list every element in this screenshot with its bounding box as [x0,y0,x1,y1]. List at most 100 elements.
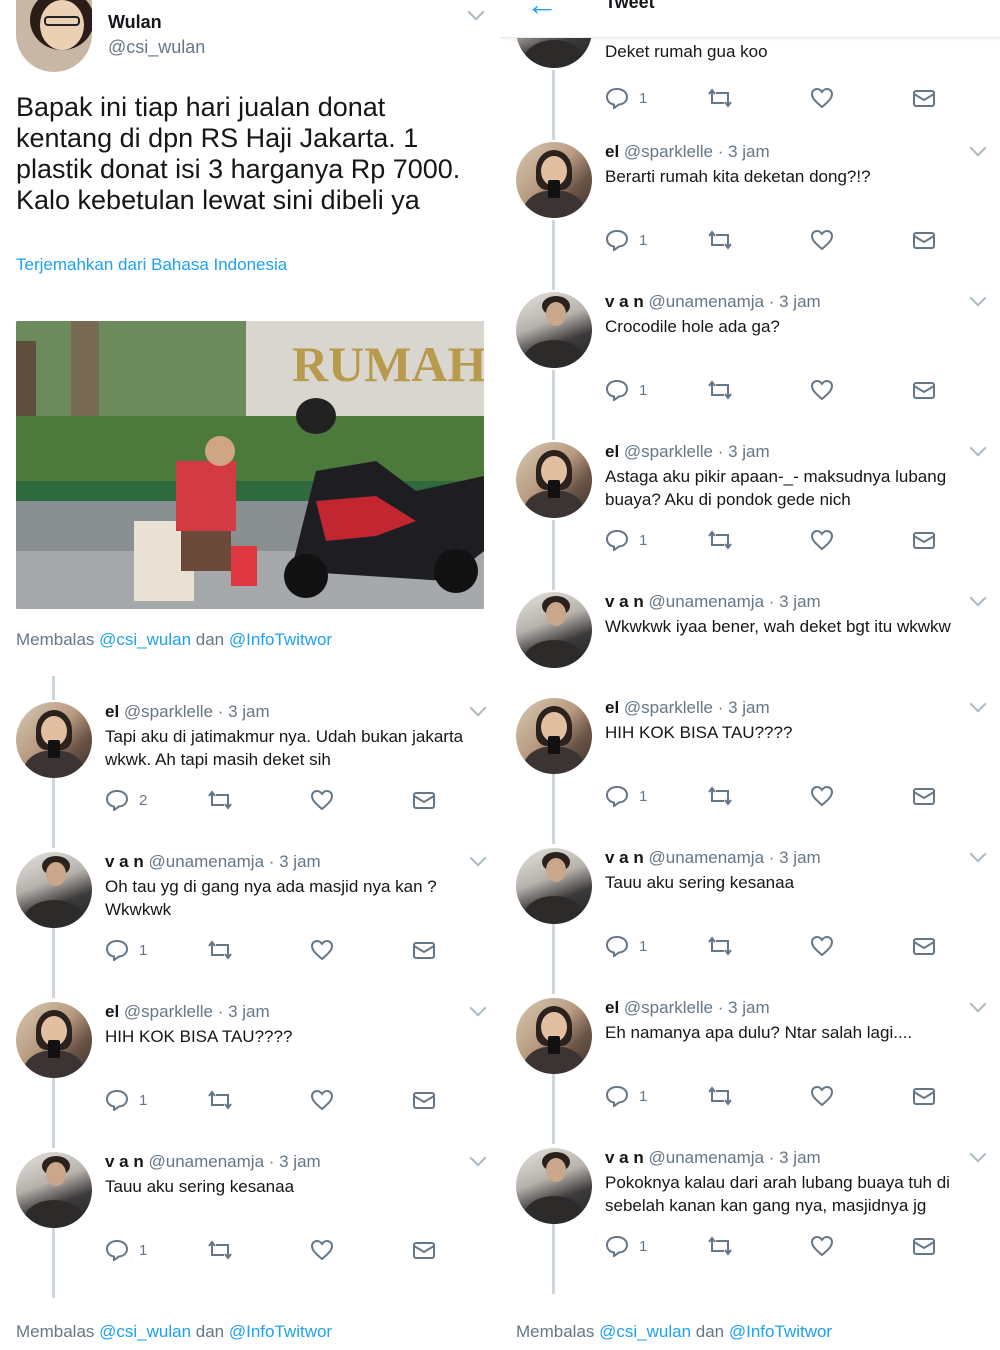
author-handle-time[interactable]: @sparklelle · 3 jam [624,142,770,161]
like-action[interactable] [810,528,834,552]
author-name[interactable]: el [605,142,619,161]
author-name[interactable]: v a n [605,592,644,611]
author-name[interactable]: el [605,698,619,717]
dm-action[interactable] [912,784,936,808]
reply-action[interactable]: 1 [605,528,647,552]
dm-action[interactable] [412,938,436,962]
like-action[interactable] [310,788,334,812]
avatar[interactable] [16,1002,92,1078]
chevron-down-icon[interactable] [969,589,987,607]
author-handle-time[interactable]: @sparklelle · 3 jam [124,1002,270,1021]
author-handle-time[interactable]: @unamenamja · 3 jam [648,292,820,311]
wulan-avatar[interactable] [16,0,92,72]
author-name[interactable]: v a n [605,848,644,867]
author-handle-time[interactable]: @unamenamja · 3 jam [148,852,320,871]
author-handle-time[interactable]: @unamenamja · 3 jam [648,848,820,867]
author-name[interactable]: v a n [105,1152,144,1171]
dm-action[interactable] [912,228,936,252]
reply-action[interactable]: 1 [605,1084,647,1108]
retweet-action[interactable] [707,934,733,958]
author-name[interactable]: v a n [605,1148,644,1167]
author-handle-time[interactable]: @sparklelle · 3 jam [624,698,770,717]
tweet-photo[interactable]: RUMAH [16,321,484,609]
avatar[interactable] [16,852,92,928]
dm-action[interactable] [912,1234,936,1258]
reply-tweet[interactable]: v a n @unamenamja · 3 jam Oh tau yg di ga… [0,849,500,1002]
reply-action[interactable]: 1 [105,1238,147,1262]
retweet-action[interactable] [707,784,733,808]
reply-action[interactable]: 1 [605,1234,647,1258]
retweet-action[interactable] [207,938,233,962]
dm-action[interactable] [412,1238,436,1262]
retweet-action[interactable] [707,528,733,552]
dm-action[interactable] [912,934,936,958]
avatar[interactable] [516,592,592,668]
like-action[interactable] [810,378,834,402]
retweet-action[interactable] [207,1088,233,1112]
chevron-down-icon[interactable] [469,849,487,867]
reply-tweet[interactable]: el @sparklelle · 3 jam Berarti rumah kita… [500,139,1000,292]
like-action[interactable] [810,934,834,958]
avatar[interactable] [516,442,592,518]
author-name[interactable]: el [105,1002,119,1021]
reply-action[interactable]: 1 [105,938,147,962]
mention-infotwitwor[interactable]: @InfoTwitwor [729,1322,832,1341]
retweet-action[interactable] [207,1238,233,1262]
like-action[interactable] [810,1084,834,1108]
author-name[interactable]: v a n [105,852,144,871]
reply-tweet[interactable]: v a n @unamenamja · 3 jam Crocodile hole … [500,289,1000,442]
author-name[interactable]: el [605,998,619,1017]
avatar[interactable] [516,292,592,368]
retweet-action[interactable] [707,378,733,402]
dm-action[interactable] [912,378,936,402]
avatar[interactable] [516,698,592,774]
retweet-action[interactable] [207,788,233,812]
chevron-down-icon[interactable] [969,439,987,457]
mention-csi-wulan[interactable]: @csi_wulan [99,1322,191,1341]
mention-csi-wulan[interactable]: @csi_wulan [99,630,191,649]
mention-csi-wulan[interactable]: @csi_wulan [599,1322,691,1341]
reply-action[interactable]: 1 [605,378,647,402]
author-handle-time[interactable]: @sparklelle · 3 jam [624,442,770,461]
reply-tweet[interactable]: v a n @unamenamja · 3 jam Tauu aku sering… [500,845,1000,998]
like-action[interactable] [810,228,834,252]
reply-action[interactable]: 2 [105,788,147,812]
chevron-down-icon[interactable] [469,999,487,1017]
reply-tweet[interactable]: el @sparklelle · 3 jam Astaga aku pikir a… [500,439,1000,592]
retweet-action[interactable] [707,1234,733,1258]
like-action[interactable] [810,1234,834,1258]
reply-action[interactable]: 1 [605,934,647,958]
like-action[interactable] [810,784,834,808]
dm-action[interactable] [912,86,936,110]
reply-action[interactable]: 1 [605,228,647,252]
author-handle-time[interactable]: @unamenamja · 3 jam [148,1152,320,1171]
reply-tweet[interactable]: v a n @unamenamja · 3 jam Pokoknya kalau … [500,1145,1000,1298]
reply-tweet[interactable]: v a n @unamenamja · 3 jam Tauu aku sering… [0,1149,500,1302]
back-arrow-icon[interactable]: ← [526,0,558,23]
reply-tweet[interactable]: el @sparklelle · 3 jam HIH KOK BISA TAU??… [500,695,1000,848]
chevron-down-icon[interactable] [469,1149,487,1167]
reply-action[interactable]: 1 [105,1088,147,1112]
like-action[interactable] [310,938,334,962]
retweet-action[interactable] [707,86,733,110]
like-action[interactable] [810,86,834,110]
author-handle-time[interactable]: @unamenamja · 3 jam [648,1148,820,1167]
avatar[interactable] [16,702,92,778]
mention-infotwitwor[interactable]: @InfoTwitwor [229,1322,332,1341]
chevron-down-icon[interactable] [969,695,987,713]
avatar[interactable] [516,1148,592,1224]
avatar[interactable] [516,848,592,924]
reply-tweet[interactable]: el @sparklelle · 3 jam HIH KOK BISA TAU??… [0,999,500,1152]
chevron-down-icon[interactable] [969,995,987,1013]
like-action[interactable] [310,1088,334,1112]
avatar[interactable] [516,998,592,1074]
author-name[interactable]: el [605,442,619,461]
like-action[interactable] [310,1238,334,1262]
dm-action[interactable] [412,788,436,812]
mention-infotwitwor[interactable]: @InfoTwitwor [229,630,332,649]
reply-action[interactable]: 1 [605,86,647,110]
author-handle[interactable]: @csi_wulan [108,37,205,58]
dm-action[interactable] [412,1088,436,1112]
author-name[interactable]: v a n [605,292,644,311]
reply-tweet[interactable]: el @sparklelle · 3 jam Eh namanya apa dul… [500,995,1000,1148]
